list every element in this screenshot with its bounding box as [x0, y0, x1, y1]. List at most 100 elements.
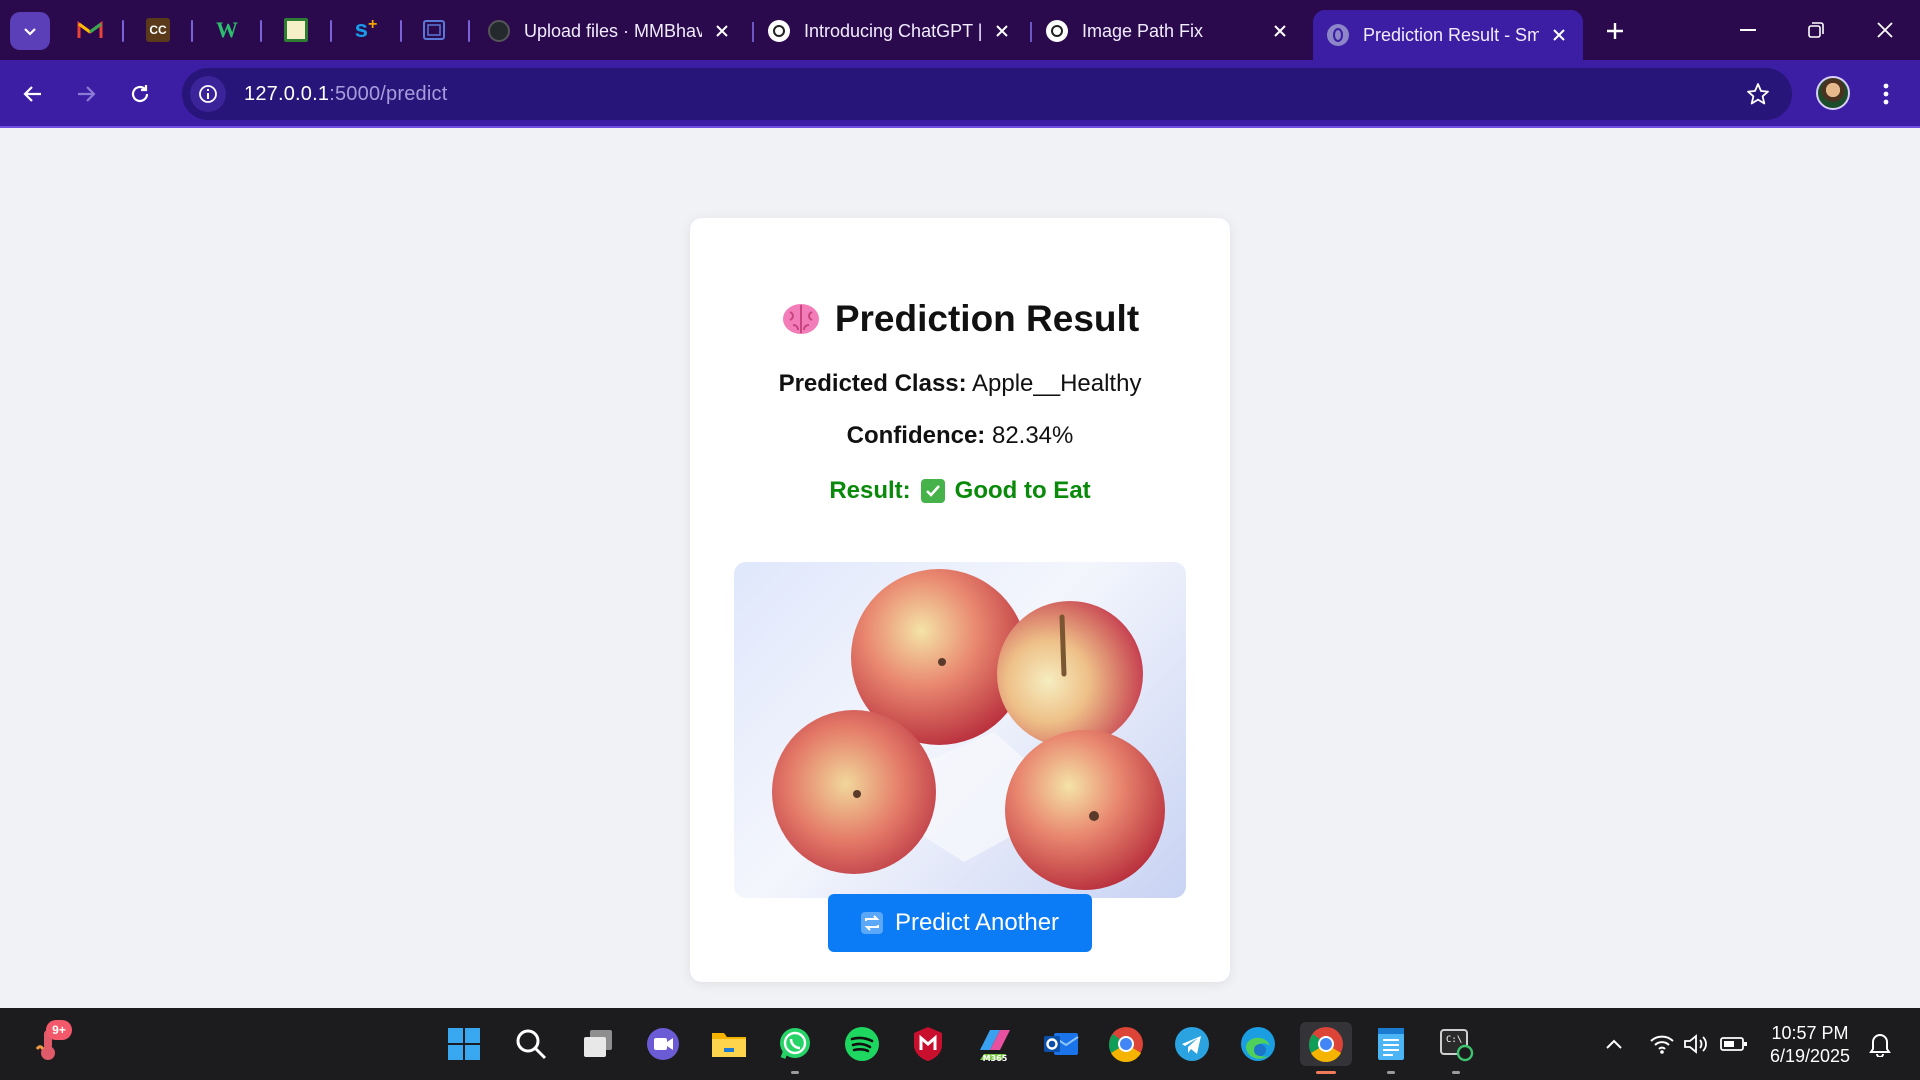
prediction-card: Prediction Result Predicted Class: Apple…	[690, 218, 1230, 982]
tab-divider	[122, 20, 124, 42]
close-icon[interactable]	[710, 19, 734, 43]
taskbar-chrome-1[interactable]	[1104, 1022, 1148, 1066]
tab-upload-files[interactable]: Upload files · MMBhav	[474, 10, 746, 52]
info-icon	[199, 85, 217, 103]
taskbar-teams[interactable]	[641, 1022, 685, 1066]
video-chat-icon	[647, 1028, 679, 1060]
tray-notifications[interactable]	[1864, 1028, 1896, 1060]
title-text: Prediction Result	[834, 298, 1140, 339]
bookmark-button[interactable]	[1744, 80, 1772, 108]
tab-prediction-result[interactable]: Prediction Result - Sma	[1313, 10, 1583, 60]
running-indicator	[1387, 1071, 1395, 1074]
more-vertical-icon	[1883, 83, 1889, 105]
tray-battery[interactable]	[1718, 1028, 1750, 1060]
close-window-button[interactable]	[1855, 6, 1915, 54]
close-icon[interactable]	[1268, 19, 1292, 43]
arrow-right-icon	[78, 86, 96, 102]
taskbar-m365[interactable]: M365	[973, 1022, 1017, 1066]
weather-widget[interactable]: 9+	[26, 1020, 72, 1066]
url-path: :5000/predict	[329, 82, 448, 105]
close-icon	[1877, 22, 1893, 38]
w-icon: W	[216, 17, 238, 42]
pinned-tab-gmail[interactable]	[70, 12, 110, 48]
taskbar-whatsapp[interactable]	[773, 1022, 817, 1074]
tab-label: Introducing ChatGPT |	[804, 20, 982, 41]
taskbar-task-view[interactable]	[576, 1022, 620, 1066]
tab-search-button[interactable]	[10, 12, 50, 50]
confidence-label: Confidence:	[846, 422, 986, 449]
svg-text:M365: M365	[983, 1054, 1008, 1062]
chrome-icon	[1108, 1027, 1143, 1062]
chrome-icon	[1308, 1027, 1343, 1062]
taskbar-telegram[interactable]	[1170, 1022, 1214, 1066]
browser-toolbar: 127.0.0.1:5000/predict	[0, 60, 1920, 128]
taskbar-spotify[interactable]	[840, 1022, 884, 1066]
plus-icon	[1607, 23, 1623, 39]
globe-icon	[1327, 24, 1349, 46]
taskbar-clock[interactable]: 10:57 PM 6/19/2025	[1762, 1022, 1858, 1068]
pinned-tab-sheet[interactable]	[276, 12, 316, 48]
predict-another-label: Predict Another	[894, 909, 1060, 936]
s-plus-icon: s+	[354, 16, 378, 43]
telegram-icon	[1175, 1027, 1209, 1061]
taskbar-outlook[interactable]	[1039, 1022, 1083, 1066]
reload-button[interactable]	[120, 74, 160, 114]
shield-m-icon	[914, 1027, 942, 1061]
screen-icon	[423, 20, 445, 40]
tab-divider	[468, 20, 470, 42]
close-icon[interactable]	[1547, 23, 1571, 47]
tray-wifi[interactable]	[1646, 1028, 1678, 1060]
forward-button[interactable]	[66, 74, 106, 114]
m365-icon: M365	[980, 1030, 1010, 1062]
chevron-down-icon	[24, 28, 36, 36]
tray-volume[interactable]	[1680, 1028, 1712, 1060]
pinned-tab-screen[interactable]	[414, 12, 454, 48]
notification-badge: 9+	[46, 1020, 72, 1040]
page-title: Prediction Result	[690, 298, 1230, 340]
minimize-button[interactable]	[1718, 6, 1778, 54]
predict-another-button[interactable]: Predict Another	[828, 894, 1092, 952]
pinned-tab-w[interactable]: W	[207, 12, 247, 48]
star-icon	[1747, 83, 1769, 105]
gmail-icon	[77, 21, 103, 38]
tab-label: Image Path Fix	[1082, 20, 1204, 41]
tab-introducing-chatgpt[interactable]: Introducing ChatGPT |	[754, 10, 1026, 52]
active-indicator	[1316, 1071, 1336, 1074]
chevron-up-icon	[1606, 1039, 1622, 1049]
taskbar-edge[interactable]	[1236, 1022, 1280, 1066]
pinned-tab-cc[interactable]: CC	[138, 12, 178, 48]
running-indicator	[1452, 1071, 1460, 1074]
tab-divider	[191, 20, 193, 42]
task-view-icon	[584, 1030, 612, 1057]
predicted-class-value: Apple__Healthy	[971, 370, 1142, 397]
taskbar-start[interactable]	[442, 1022, 486, 1066]
url-text[interactable]: 127.0.0.1:5000/predict	[244, 83, 447, 106]
profile-avatar[interactable]	[1816, 76, 1850, 110]
notification-bell-icon	[1869, 1034, 1891, 1057]
result-line: Result: Good to Eat	[690, 477, 1230, 505]
pinned-tab-s-plus[interactable]: s+	[346, 12, 386, 48]
arrow-left-icon	[23, 86, 41, 102]
tab-image-path-fix[interactable]: Image Path Fix	[1032, 10, 1304, 52]
menu-button[interactable]	[1866, 74, 1906, 114]
address-bar[interactable]: 127.0.0.1:5000/predict	[182, 68, 1792, 120]
predicted-class-line: Predicted Class: Apple__Healthy	[690, 370, 1230, 398]
taskbar-file-explorer[interactable]	[707, 1022, 751, 1066]
minimize-icon	[1740, 29, 1756, 31]
repeat-icon	[860, 912, 883, 934]
result-value: Good to Eat	[954, 477, 1091, 504]
tray-overflow-button[interactable]	[1598, 1028, 1630, 1060]
taskbar-notepad[interactable]	[1369, 1022, 1413, 1074]
close-icon[interactable]	[990, 19, 1014, 43]
cc-icon: CC	[146, 18, 170, 42]
taskbar-mcafee[interactable]	[906, 1022, 950, 1066]
restore-button[interactable]	[1786, 6, 1846, 54]
reload-icon	[131, 85, 149, 103]
taskbar-terminal[interactable]: C:\	[1434, 1022, 1478, 1074]
taskbar-search[interactable]	[509, 1022, 553, 1066]
confidence-line: Confidence: 82.34%	[690, 422, 1230, 450]
back-button[interactable]	[13, 74, 53, 114]
site-info-button[interactable]	[190, 76, 226, 112]
taskbar-chrome-active[interactable]	[1300, 1022, 1352, 1074]
new-tab-button[interactable]	[1597, 13, 1633, 49]
